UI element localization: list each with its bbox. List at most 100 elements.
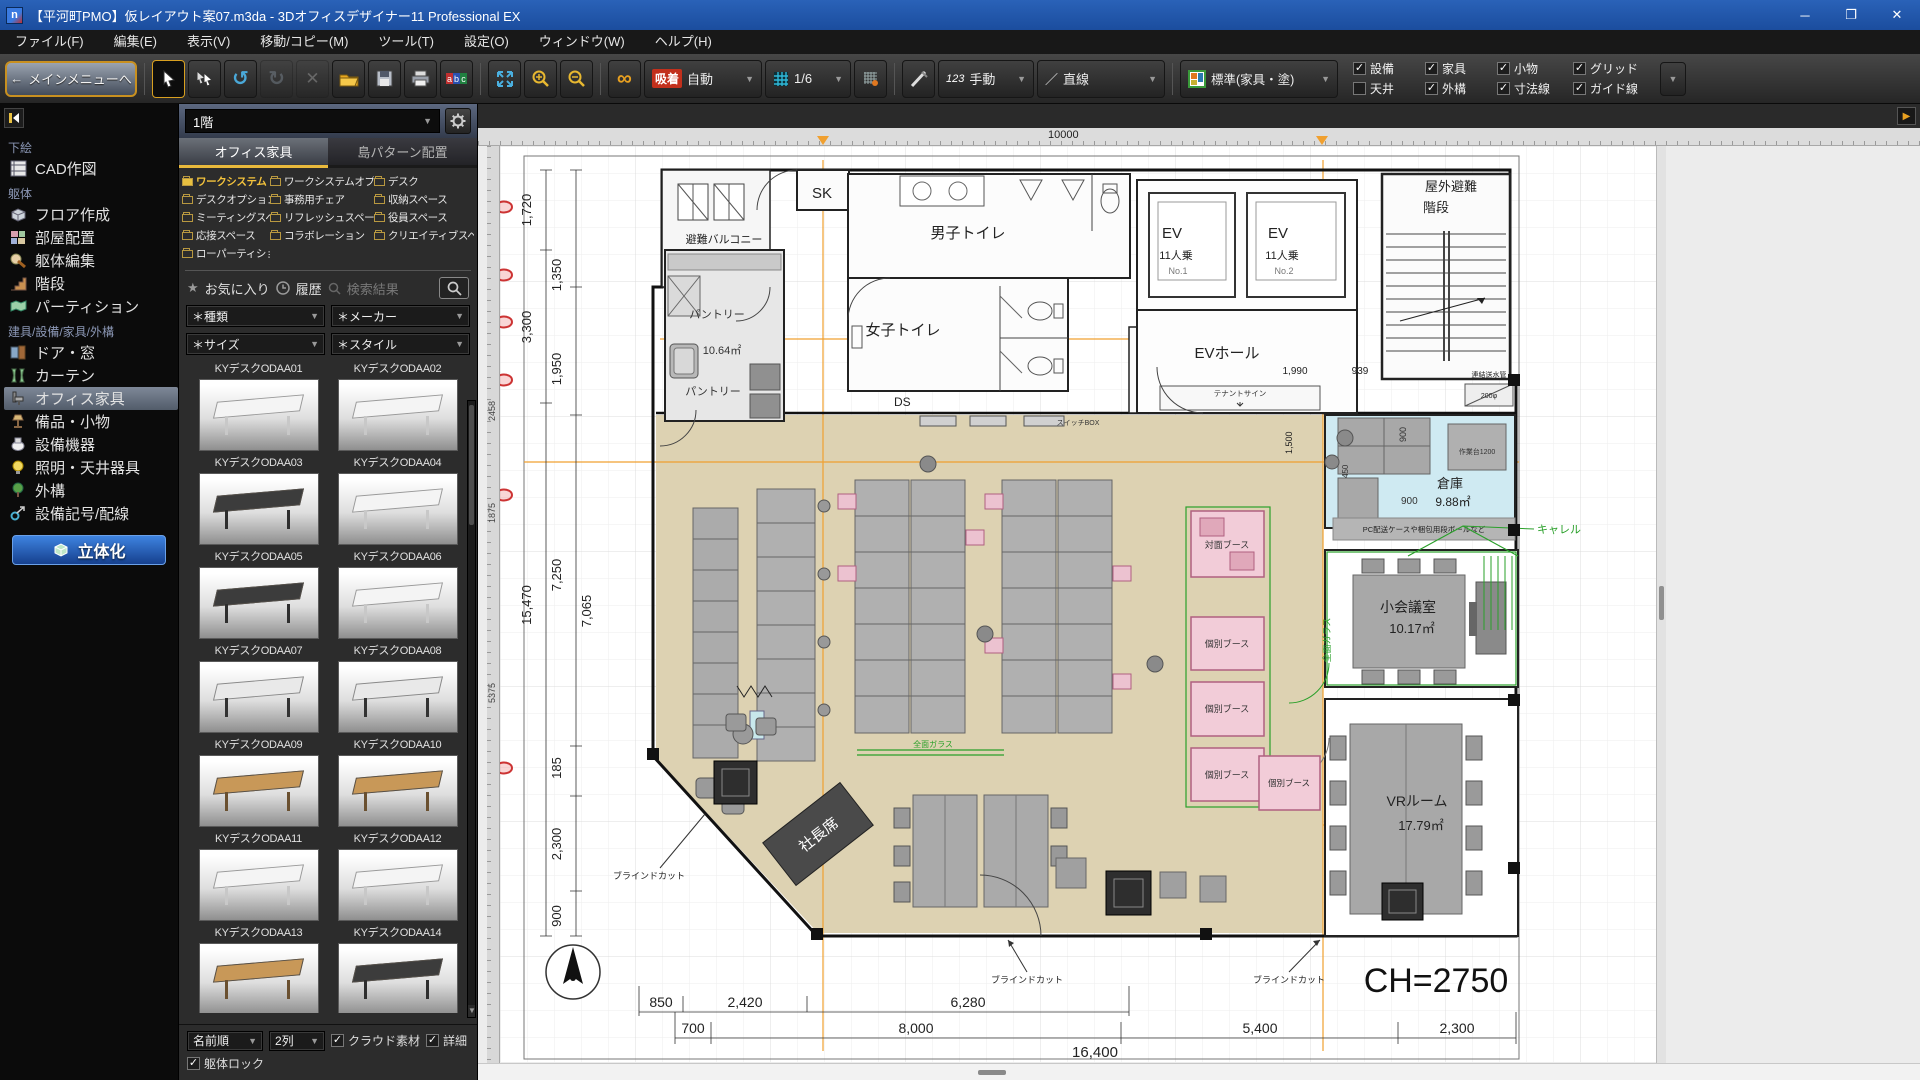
elevators[interactable]: EV 11人乗 No.1 EV 11人乗 No.2 [1137, 180, 1357, 310]
checkbox-detail[interactable]: 詳細 [426, 1032, 467, 1049]
sidebar-item-floor[interactable]: フロア作成 [4, 203, 178, 226]
womens-toilet[interactable]: 女子トイレ [848, 278, 1068, 391]
checkbox-small-items[interactable]: 小物 [1497, 60, 1573, 77]
sidebar-item-stairs[interactable]: 階段 [4, 272, 178, 295]
main-menu-button[interactable]: ← メインメニューへ [5, 61, 137, 97]
tab-office-furniture[interactable]: オフィス家具 [179, 138, 328, 168]
history-link[interactable]: 履歴 [296, 279, 322, 298]
category-desk-option[interactable]: デスクオプション [182, 192, 270, 207]
catalog-item[interactable]: KYデスクODAA04 [328, 455, 467, 549]
solidify-3d-button[interactable]: 立体化 [12, 535, 166, 565]
checkbox-ceiling[interactable]: 天井 [1353, 80, 1425, 97]
sidebar-item-equipment[interactable]: 設備機器 [4, 433, 178, 456]
catalog-item[interactable]: KYデスクODAA08 [328, 643, 467, 737]
floor-select[interactable]: 1階 ▼ [185, 109, 440, 133]
canvas-horizontal-scrollbar[interactable] [478, 1063, 1920, 1080]
category-collaboration[interactable]: コラボレーション [270, 228, 374, 243]
category-meeting-space[interactable]: ミーティングスペース [182, 210, 270, 225]
filter-size-select[interactable]: ＊サイズ▼ [186, 333, 325, 355]
sidebar-item-curtains[interactable]: カーテン [4, 364, 178, 387]
evacuation-stairs[interactable]: 屋外避難 階段 [1382, 174, 1510, 379]
open-file-button[interactable] [332, 60, 365, 98]
catalog-item[interactable]: KYデスクODAA07 [189, 643, 328, 737]
zoom-in-button[interactable] [524, 60, 557, 98]
favorites-link[interactable]: お気に入り [205, 279, 270, 298]
category-work-system-option[interactable]: ワークシステムオプション [270, 174, 374, 189]
checkbox-furniture[interactable]: 家具 [1425, 60, 1497, 77]
sort-select[interactable]: 名前順▼ [187, 1031, 263, 1051]
sidebar-item-cad[interactable]: CAD作図 [4, 157, 178, 180]
grid-scale-dropdown[interactable]: 1/6 ▼ [765, 60, 851, 98]
catalog-item[interactable]: KYデスクODAA05 [189, 549, 328, 643]
mens-toilet[interactable]: 男子トイレ [848, 174, 1130, 278]
desk-island-b[interactable] [838, 480, 984, 733]
scrollbar-thumb[interactable] [1659, 586, 1664, 620]
catalog-item[interactable]: KYデスクODAA03 [189, 455, 328, 549]
category-storage[interactable]: 収納スペース [374, 192, 474, 207]
sidebar-item-lighting[interactable]: 照明・天井器具 [4, 456, 178, 479]
floor-plan-svg[interactable]: 避難バルコニー パントリー 10.64㎡ パントリー [500, 146, 1656, 1062]
pantry-room[interactable]: パントリー 10.64㎡ パントリー [665, 250, 784, 421]
catalog-item[interactable]: KYデスクODAA02 [328, 361, 467, 455]
category-work-system[interactable]: ワークシステム [182, 174, 270, 189]
checkbox-grid[interactable]: グリッド [1573, 60, 1657, 77]
multi-select-tool-button[interactable] [188, 60, 221, 98]
category-executive-space[interactable]: 役員スペース [374, 210, 474, 225]
sidebar-item-structure-edit[interactable]: 躯体編集 [4, 249, 178, 272]
text-tool-button[interactable]: abc [440, 60, 473, 98]
measure-tool-button[interactable] [902, 60, 935, 98]
sidebar-item-office-furniture[interactable]: オフィス家具 [4, 387, 178, 410]
canvas-viewport[interactable]: 2458 1875 5375 [478, 146, 1920, 1063]
ev-hall[interactable]: EVホール 1,990 939 テナントサイン [1137, 310, 1369, 413]
catalog-item[interactable]: KYデスクODAA01 [189, 361, 328, 455]
catalog-scrollbar[interactable]: ▼ [467, 400, 476, 1018]
catalog-item[interactable]: KYデスクODAA06 [328, 549, 467, 643]
drawing-page[interactable]: 避難バルコニー パントリー 10.64㎡ パントリー [500, 146, 1656, 1062]
sidebar-collapse-button[interactable] [4, 108, 24, 128]
delete-button[interactable]: ✕ [296, 60, 329, 98]
infinity-button[interactable]: ∞ [608, 60, 641, 98]
filter-maker-select[interactable]: ＊メーカー▼ [331, 305, 470, 327]
fit-view-button[interactable] [488, 60, 521, 98]
sidebar-item-wiring[interactable]: 設備記号/配線 [4, 502, 178, 525]
tab-island-pattern[interactable]: 島パターン配置 [328, 138, 477, 168]
checkbox-exterior[interactable]: 外構 [1425, 80, 1497, 97]
menu-edit[interactable]: 編集(E) [99, 30, 172, 54]
scroll-down-arrow[interactable]: ▼ [468, 1005, 475, 1017]
canvas-vertical-scrollbar[interactable] [1656, 146, 1666, 1063]
sidebar-item-room-layout[interactable]: 部屋配置 [4, 226, 178, 249]
snap-mode-dropdown[interactable]: 吸着 自動 ▼ [644, 60, 762, 98]
category-low-partition[interactable]: ローパーティション [182, 246, 270, 261]
sidebar-item-exterior[interactable]: 外構 [4, 479, 178, 502]
zoom-out-button[interactable] [560, 60, 593, 98]
scrollbar-thumb[interactable] [978, 1070, 1006, 1075]
menu-tools[interactable]: ツール(T) [363, 30, 449, 54]
line-mode-dropdown[interactable]: ／ 直線 ▼ [1037, 60, 1165, 98]
sidebar-item-partition[interactable]: パーティション [4, 295, 178, 318]
menu-window[interactable]: ウィンドウ(W) [524, 30, 640, 54]
close-button[interactable]: ✕ [1874, 0, 1920, 30]
storage-room[interactable]: 900 450 900 作業台1200 倉庫 9.88㎡ [1325, 415, 1515, 528]
toolbar-overflow-dropdown[interactable]: ▼ [1660, 62, 1686, 96]
select-tool-button[interactable] [152, 60, 185, 98]
right-panel-expand-button[interactable]: ▶ [1897, 107, 1916, 125]
checkbox-dimension-lines[interactable]: 寸法線 [1497, 80, 1573, 97]
checkbox-structure-lock[interactable]: 躯体ロック [187, 1055, 264, 1072]
checkbox-guide-lines[interactable]: ガイド線 [1573, 80, 1657, 97]
category-refresh-space[interactable]: リフレッシュスペース [270, 210, 374, 225]
dimension-mode-dropdown[interactable]: 123 手動 ▼ [938, 60, 1034, 98]
sidebar-item-accessories[interactable]: 備品・小物 [4, 410, 178, 433]
catalog-item[interactable]: KYデスクODAA13 [189, 925, 328, 1013]
menu-move-copy[interactable]: 移動/コピー(M) [245, 30, 363, 54]
menu-file[interactable]: ファイル(F) [0, 30, 99, 54]
print-button[interactable] [404, 60, 437, 98]
grid-stamp-button[interactable] [854, 60, 887, 98]
catalog-item[interactable]: KYデスクODAA09 [189, 737, 328, 831]
catalog-item[interactable]: KYデスクODAA10 [328, 737, 467, 831]
columns-select[interactable]: 2列▼ [269, 1031, 325, 1051]
search-button[interactable] [439, 277, 469, 299]
search-results-link[interactable]: 検索結果 [347, 279, 399, 298]
catalog-item[interactable]: KYデスクODAA11 [189, 831, 328, 925]
category-office-chair[interactable]: 事務用チェア [270, 192, 374, 207]
scrollbar-thumb[interactable] [469, 405, 474, 525]
